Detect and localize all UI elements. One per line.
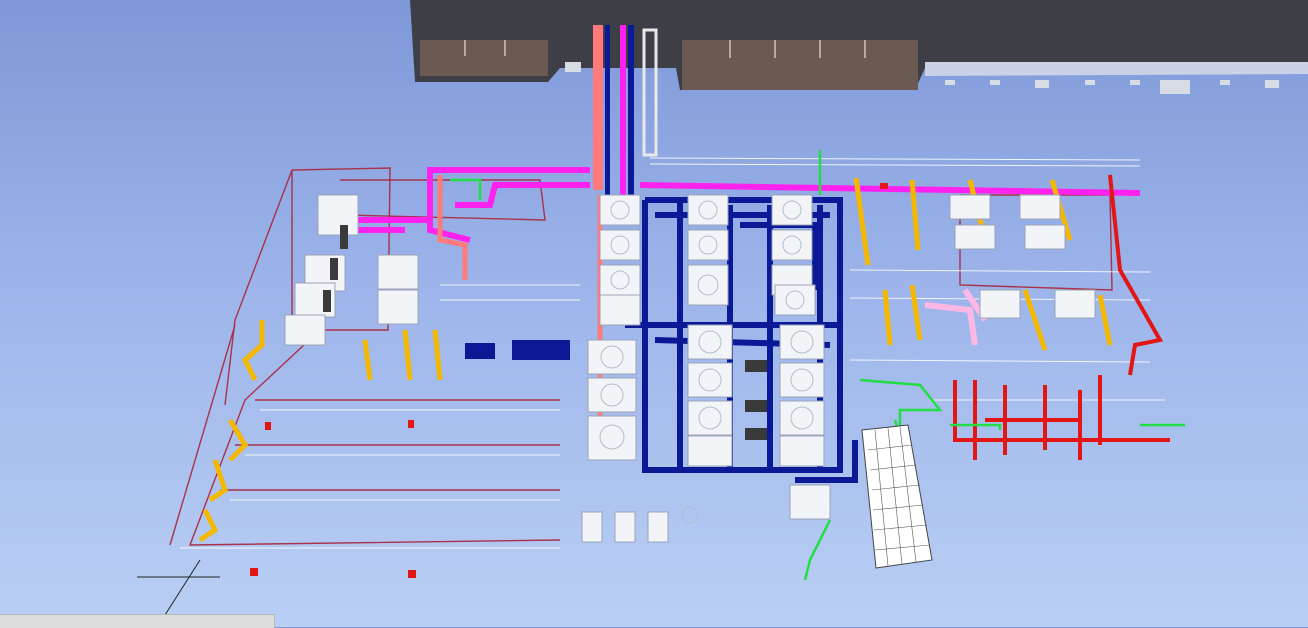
mep-model-scene[interactable] (0, 0, 1308, 627)
grid-storage-rack (861, 424, 933, 569)
roof-panel-left (420, 40, 548, 76)
building-facade (410, 0, 1308, 94)
misc-lines (137, 559, 220, 616)
status-text (0, 616, 6, 627)
status-bar (0, 614, 275, 628)
roof-panel-center (682, 40, 918, 90)
facade-glazing (925, 62, 1308, 76)
pump-skids (465, 340, 570, 360)
3d-model-viewport[interactable] (0, 0, 1308, 627)
